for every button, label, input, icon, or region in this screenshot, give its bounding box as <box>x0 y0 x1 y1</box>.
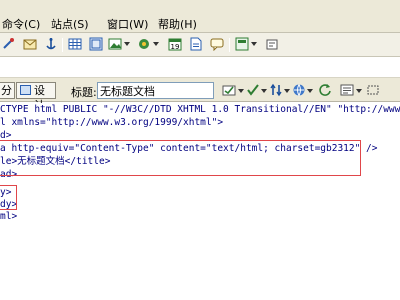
comment-icon[interactable] <box>210 37 224 51</box>
media-dropdown-arrow[interactable] <box>153 42 159 46</box>
title-label: 标题: <box>71 86 97 99</box>
view-options-dropdown-arrow[interactable] <box>356 89 362 93</box>
visual-aids-icon[interactable] <box>366 83 380 97</box>
media-icon[interactable] <box>137 37 151 51</box>
template-dropdown-arrow[interactable] <box>251 42 257 46</box>
toolbar-separator <box>62 38 63 52</box>
validate-markup-icon[interactable] <box>246 83 260 97</box>
image-icon[interactable] <box>108 37 122 51</box>
preview-dropdown-arrow[interactable] <box>307 89 313 93</box>
browser-check-dropdown-arrow[interactable] <box>238 89 244 93</box>
code-line: ml> <box>0 211 18 222</box>
document-toolbar: 分 设计 标题: <box>0 77 400 112</box>
insert-toolbar: 19 <box>0 33 400 57</box>
code-line: CTYPE html PUBLIC "-//W3C//DTD XHTML 1.0… <box>0 104 400 115</box>
date-icon[interactable]: 19 <box>168 37 182 51</box>
design-view-button[interactable]: 设计 <box>16 82 56 112</box>
toolbar-gap <box>0 57 400 77</box>
email-link-icon[interactable] <box>23 37 37 51</box>
layer-icon[interactable] <box>89 37 103 51</box>
image-dropdown-arrow[interactable] <box>124 42 130 46</box>
toolbar-separator <box>229 38 230 52</box>
body-highlight-box <box>0 185 17 210</box>
validate-dropdown-arrow[interactable] <box>261 89 267 93</box>
tag-chooser-icon[interactable] <box>265 37 279 51</box>
browser-check-icon[interactable] <box>222 83 236 97</box>
menu-window[interactable]: 窗口(W) <box>107 18 148 31</box>
menu-help[interactable]: 帮助(H) <box>158 18 197 31</box>
table-icon[interactable] <box>68 37 82 51</box>
menu-command[interactable]: 命令(C) <box>2 18 40 31</box>
design-view-icon <box>20 85 31 95</box>
code-line: l xmlns="http://www.w3.org/1999/xhtml"> <box>0 117 224 128</box>
code-view[interactable]: CTYPE html PUBLIC "-//W3C//DTD XHTML 1.0… <box>0 103 400 300</box>
hyperlink-icon[interactable] <box>2 37 16 51</box>
head-highlight-box <box>0 140 361 176</box>
preview-in-browser-icon[interactable] <box>292 83 306 97</box>
named-anchor-icon[interactable] <box>44 37 58 51</box>
file-management-dropdown-arrow[interactable] <box>284 89 290 93</box>
server-side-include-icon[interactable] <box>189 37 203 51</box>
view-options-icon[interactable] <box>340 83 354 97</box>
refresh-design-view-icon[interactable] <box>318 83 332 97</box>
template-icon[interactable] <box>235 37 249 51</box>
file-management-icon[interactable] <box>269 83 283 97</box>
menu-site[interactable]: 站点(S) <box>51 18 89 31</box>
title-input[interactable] <box>97 82 214 99</box>
svg-text:19: 19 <box>171 43 180 51</box>
split-view-button[interactable]: 分 <box>0 82 15 99</box>
menu-bar: 命令(C) 站点(S) 窗口(W) 帮助(H) <box>0 0 400 33</box>
